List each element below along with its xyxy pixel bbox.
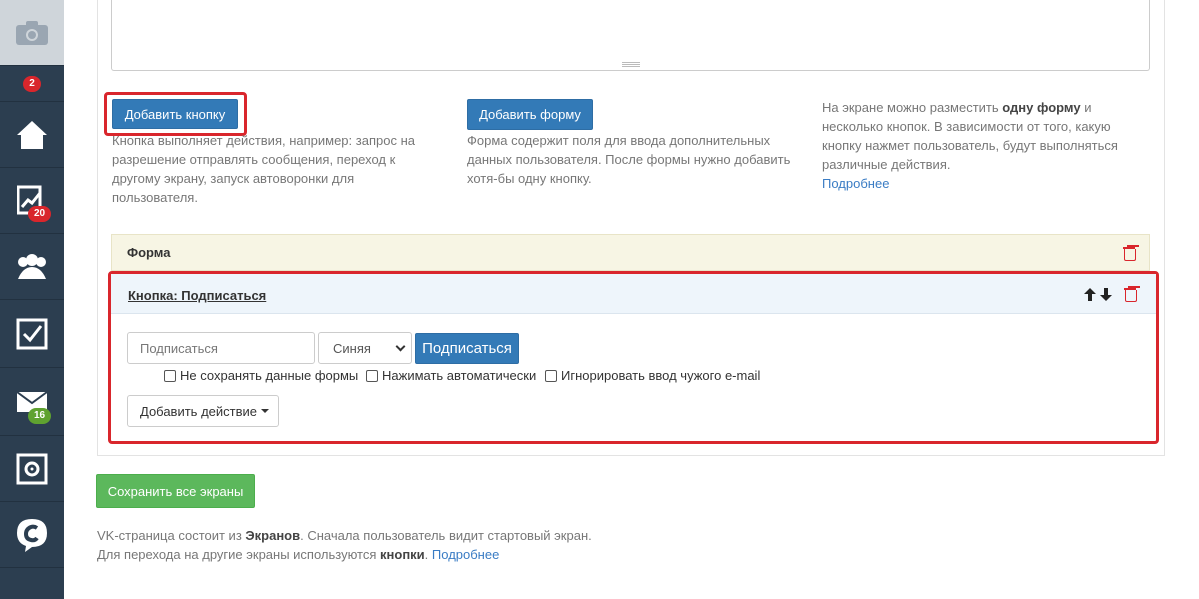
camera-button[interactable]: [0, 0, 64, 66]
checkbox-label: Не сохранять данные формы: [180, 368, 359, 383]
footer-line2-pre: Для перехода на другие экраны используют…: [97, 547, 381, 562]
info-text-bold: одну форму: [1002, 100, 1081, 115]
checkbox-auto-click[interactable]: Нажимать автоматически: [366, 368, 536, 383]
arrow-down-icon[interactable]: [1100, 288, 1112, 301]
delete-button-trash-icon[interactable]: [1124, 287, 1137, 302]
notifications-badge: 2: [23, 75, 41, 92]
form-block-header: Форма: [111, 234, 1150, 271]
caret-down-icon: [261, 409, 269, 413]
form-block-title: Форма: [127, 245, 171, 260]
checkbox-no-save[interactable]: Не сохранять данные формы: [164, 368, 358, 383]
chevron-down-icon: [395, 341, 406, 352]
info-text-pre: На экране можно разместить: [822, 100, 1003, 115]
notifications-counter[interactable]: 2: [0, 66, 64, 102]
camera-icon: [16, 20, 48, 45]
button-block-title[interactable]: Кнопка: Подписаться: [128, 288, 266, 303]
sidebar-item-users[interactable]: [0, 234, 64, 300]
checkbox-label: Игнорировать ввод чужого e-mail: [561, 368, 761, 383]
sidebar-item-stats[interactable]: 20: [0, 168, 64, 234]
checkbox-label: Нажимать автоматически: [382, 368, 537, 383]
sidebar-item-mail[interactable]: 16: [0, 368, 64, 436]
info-text: На экране можно разместить одну форму и …: [822, 98, 1132, 193]
sidebar-item-chat[interactable]: [0, 502, 64, 568]
footer-line1-post: . Сначала пользователь видит стартовый э…: [300, 528, 592, 543]
button-preview[interactable]: Подписаться: [415, 333, 519, 364]
button-block-header: Кнопка: Подписаться: [111, 274, 1156, 314]
add-button-button[interactable]: Добавить кнопку: [112, 99, 238, 129]
add-form-button[interactable]: Добавить форму: [467, 99, 593, 130]
safe-icon: [16, 453, 48, 484]
resize-grip[interactable]: [622, 62, 640, 67]
sidebar-item-tasks[interactable]: [0, 300, 64, 368]
footer-line2-bold: кнопки: [380, 547, 425, 562]
users-icon: [18, 253, 46, 279]
home-icon: [17, 120, 47, 149]
arrow-up-icon[interactable]: [1084, 288, 1096, 301]
checkbox-ignore-email[interactable]: Игнорировать ввод чужого e-mail: [545, 368, 760, 383]
main-content: Добавить кнопку Кнопка выполняет действи…: [64, 0, 1199, 599]
info-more-link[interactable]: Подробнее: [822, 176, 889, 191]
button-color-select[interactable]: Синяя: [318, 332, 412, 364]
add-form-hint: Форма содержит поля для ввода дополнител…: [467, 133, 791, 186]
footer-help-text: VK-страница состоит из Экранов. Сначала …: [97, 526, 797, 564]
footer-line1-pre: VK-страница состоит из: [97, 528, 246, 543]
delete-form-trash-icon[interactable]: [1123, 246, 1136, 261]
checkbox-box[interactable]: [164, 369, 176, 382]
checkbox-icon: [16, 318, 48, 349]
save-all-screens-button[interactable]: Сохранить все экраны: [96, 474, 255, 508]
button-label-input[interactable]: Подписаться: [127, 332, 315, 364]
footer-line2-post: .: [424, 547, 432, 562]
footer-more-link[interactable]: Подробнее: [432, 547, 499, 562]
sidebar-item-home[interactable]: [0, 102, 64, 168]
checkbox-box[interactable]: [545, 369, 557, 382]
sidebar: 2 20 16: [0, 0, 64, 599]
footer-line1-bold: Экранов: [245, 528, 301, 543]
add-action-label: Добавить действие: [140, 403, 257, 419]
stats-badge: 20: [28, 206, 52, 222]
checkbox-box[interactable]: [366, 369, 378, 382]
chat-logo-icon: [17, 518, 47, 552]
screen-text-editor[interactable]: [111, 0, 1150, 71]
add-button-hint: Кнопка выполняет действия, например: зап…: [112, 133, 415, 205]
button-color-value: Синяя: [333, 340, 371, 356]
sidebar-item-safe[interactable]: [0, 436, 64, 502]
mail-badge: 16: [28, 408, 52, 424]
button-block: Кнопка: Подписаться Подписаться Синяя По…: [108, 271, 1159, 444]
add-action-dropdown[interactable]: Добавить действие: [127, 395, 279, 427]
